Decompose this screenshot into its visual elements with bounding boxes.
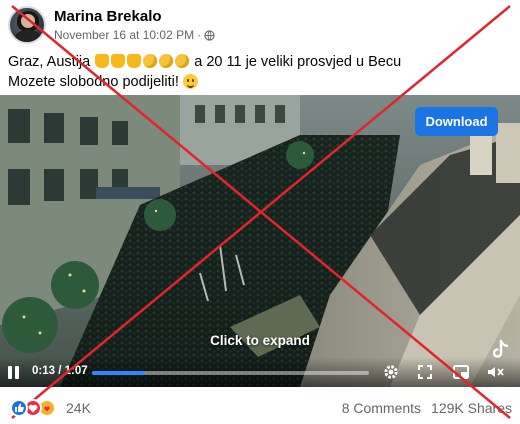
- clapping-hands-emoji: [143, 54, 158, 68]
- volume-muted-icon[interactable]: [486, 363, 504, 381]
- caption-line-1: Graz, Austija a 20 11 je veliki prosvjed…: [8, 52, 508, 72]
- thumbs-up-emoji: [111, 54, 126, 68]
- video-progress-fill: [92, 371, 145, 375]
- caption-text-start: Graz, Austija: [8, 54, 91, 70]
- author-name[interactable]: Marina Brekalo: [54, 8, 162, 25]
- clapping-hands-emoji: [159, 54, 174, 68]
- author-avatar[interactable]: [8, 6, 46, 44]
- post-caption: Graz, Austija a 20 11 je veliki prosvjed…: [8, 52, 508, 92]
- download-button[interactable]: Download: [415, 107, 498, 136]
- smiling-face-emoji: [182, 74, 198, 89]
- thumbs-up-emoji: [127, 54, 142, 68]
- time-separator: /: [55, 365, 65, 377]
- time-total: 1:07: [64, 365, 88, 377]
- facebook-post: Marina Brekalo November 16 at 10:02 PM ·…: [0, 0, 520, 424]
- post-stats: 8 Comments 129K Shares: [342, 400, 512, 416]
- time-current: 0:13: [32, 365, 56, 377]
- thumbs-up-emoji: [95, 54, 110, 68]
- avatar-body: [15, 30, 41, 42]
- post-timestamp[interactable]: November 16 at 10:02 PM: [54, 28, 194, 42]
- post-header: Marina Brekalo November 16 at 10:02 PM ·: [8, 6, 512, 46]
- video-player[interactable]: Download Click to expand 0:13 / 1:07: [0, 95, 520, 387]
- reaction-icons[interactable]: [10, 399, 56, 417]
- globe-icon: [204, 29, 215, 41]
- pause-icon[interactable]: [8, 366, 20, 380]
- shares-count[interactable]: 129K Shares: [431, 400, 512, 416]
- picture-in-picture-icon[interactable]: [452, 363, 470, 381]
- clapping-hands-emoji: [175, 54, 190, 68]
- comments-count[interactable]: 8 Comments: [342, 400, 421, 416]
- caption-line-2: Mozete slobodno podijeliti!: [8, 72, 508, 92]
- video-progress-bar[interactable]: [92, 371, 369, 375]
- avatar-face: [21, 14, 35, 28]
- video-time: 0:13 / 1:07: [32, 365, 88, 377]
- meta-separator: ·: [197, 28, 202, 42]
- settings-gear-icon[interactable]: [382, 363, 400, 381]
- caption-text-end: a 20 11 je veliki prosvjed u Becu: [194, 54, 402, 70]
- caption-share-text: Mozete slobodno podijeliti!: [8, 74, 179, 90]
- video-controls: 0:13 / 1:07: [0, 357, 520, 387]
- fullscreen-icon[interactable]: [416, 363, 434, 381]
- like-reaction-icon: [10, 399, 28, 417]
- click-to-expand-label[interactable]: Click to expand: [0, 333, 520, 348]
- post-footer: 24K 8 Comments 129K Shares: [0, 392, 520, 424]
- post-meta: November 16 at 10:02 PM ·: [54, 28, 215, 42]
- reaction-count[interactable]: 24K: [66, 400, 91, 416]
